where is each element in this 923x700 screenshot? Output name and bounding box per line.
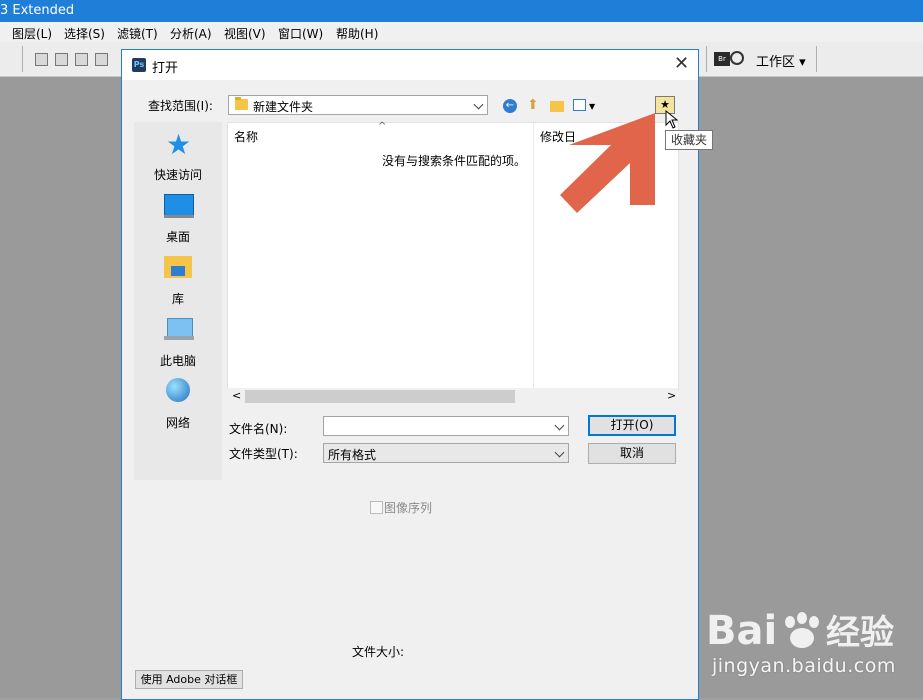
- place-label: 网络: [165, 416, 190, 430]
- look-in-combo[interactable]: 新建文件夹: [228, 95, 488, 115]
- computer-base-icon: [164, 336, 194, 340]
- chevron-down-icon: [554, 447, 565, 458]
- toolbar-separator: [816, 46, 817, 72]
- intersect-selection-icon[interactable]: [95, 53, 108, 66]
- look-in-value: 新建文件夹: [253, 100, 314, 114]
- chevron-down-icon: [554, 420, 565, 431]
- computer-icon: [167, 318, 193, 337]
- menu-analysis[interactable]: 分析(A): [170, 25, 212, 42]
- add-selection-icon[interactable]: [55, 53, 68, 66]
- menu-bar: 图层(L) 选择(S) 滤镜(T) 分析(A) 视图(V) 窗口(W) 帮助(H…: [0, 22, 923, 43]
- globe-icon: [166, 378, 190, 402]
- star-icon: ★: [166, 128, 192, 161]
- filetype-label: 文件类型(T):: [229, 447, 298, 461]
- filename-label: 文件名(N):: [229, 422, 288, 436]
- empty-message: 没有与搜索条件匹配的项。: [382, 154, 527, 168]
- place-label: 此电脑: [159, 354, 196, 368]
- horizontal-scrollbar[interactable]: < >: [227, 388, 677, 405]
- zoom-icon[interactable]: [730, 51, 744, 65]
- cancel-button[interactable]: 取消: [588, 443, 676, 464]
- svg-text:Bai: Bai: [706, 608, 777, 654]
- workspace-label: 工作区: [756, 55, 796, 70]
- menu-window[interactable]: 窗口(W): [278, 25, 323, 42]
- place-label: 库: [171, 292, 184, 306]
- app-title-bar: 3 Extended: [0, 0, 923, 22]
- scrollbar-thumb[interactable]: [245, 390, 515, 403]
- subtract-selection-icon[interactable]: [75, 53, 88, 66]
- bridge-icon[interactable]: Br: [714, 52, 730, 66]
- app-title: 3 Extended: [0, 3, 75, 18]
- annotation-arrow: [560, 113, 655, 213]
- workspace-switcher[interactable]: 工作区 ▾: [756, 51, 806, 70]
- dialog-title: 打开: [152, 61, 179, 76]
- mouse-cursor-icon: [665, 110, 679, 129]
- image-sequence-checkbox[interactable]: [370, 501, 383, 514]
- scroll-left-icon[interactable]: <: [232, 389, 241, 402]
- watermark-url: jingyan.baidu.com: [712, 655, 896, 677]
- close-icon[interactable]: ✕: [674, 53, 689, 74]
- image-sequence-label: 图像序列: [384, 501, 433, 515]
- library-icon-detail: [171, 266, 185, 276]
- place-label: 桌面: [165, 230, 190, 244]
- place-label: 快速访问: [153, 168, 202, 182]
- folder-icon: [235, 97, 248, 110]
- chevron-down-icon: [473, 99, 484, 110]
- arrow-shape: [560, 113, 655, 213]
- filename-field[interactable]: [323, 416, 569, 436]
- toolbar-separator: [22, 46, 23, 72]
- open-button[interactable]: 打开(O): [588, 415, 676, 436]
- column-divider[interactable]: [533, 123, 534, 389]
- baidu-jingyan-logo: Bai 经验: [706, 608, 894, 654]
- file-size-label: 文件大小:: [352, 645, 405, 659]
- menu-view[interactable]: 视图(V): [224, 25, 266, 42]
- use-adobe-dialog-button[interactable]: 使用 Adobe 对话框: [135, 670, 243, 689]
- back-icon[interactable]: ←: [503, 99, 517, 113]
- desktop-icon: [164, 194, 194, 216]
- desktop-stand-icon: [164, 215, 194, 218]
- filetype-select[interactable]: 所有格式: [323, 443, 569, 463]
- dialog-title-bar: Ps 打开 ✕: [122, 50, 698, 80]
- menu-help[interactable]: 帮助(H): [336, 25, 378, 42]
- menu-filter[interactable]: 滤镜(T): [117, 25, 158, 42]
- places-bar: ★ 快速访问 桌面 库 此电脑 网络: [134, 122, 222, 480]
- look-in-label: 查找范围(I):: [148, 99, 213, 113]
- filetype-value: 所有格式: [328, 448, 377, 462]
- toolbar-separator: [706, 46, 707, 72]
- photoshop-icon: Ps: [132, 58, 146, 72]
- column-header-name[interactable]: 名称: [234, 128, 258, 145]
- up-folder-icon[interactable]: ⬆: [527, 97, 539, 113]
- new-selection-icon[interactable]: [35, 53, 48, 66]
- menu-select[interactable]: 选择(S): [64, 25, 105, 42]
- svg-text:经验: 经验: [826, 613, 894, 653]
- menu-layer[interactable]: 图层(L): [12, 25, 52, 42]
- sort-up-icon: ^: [378, 121, 387, 132]
- scroll-right-icon[interactable]: >: [667, 389, 676, 402]
- favorites-tooltip: 收藏夹: [665, 130, 713, 150]
